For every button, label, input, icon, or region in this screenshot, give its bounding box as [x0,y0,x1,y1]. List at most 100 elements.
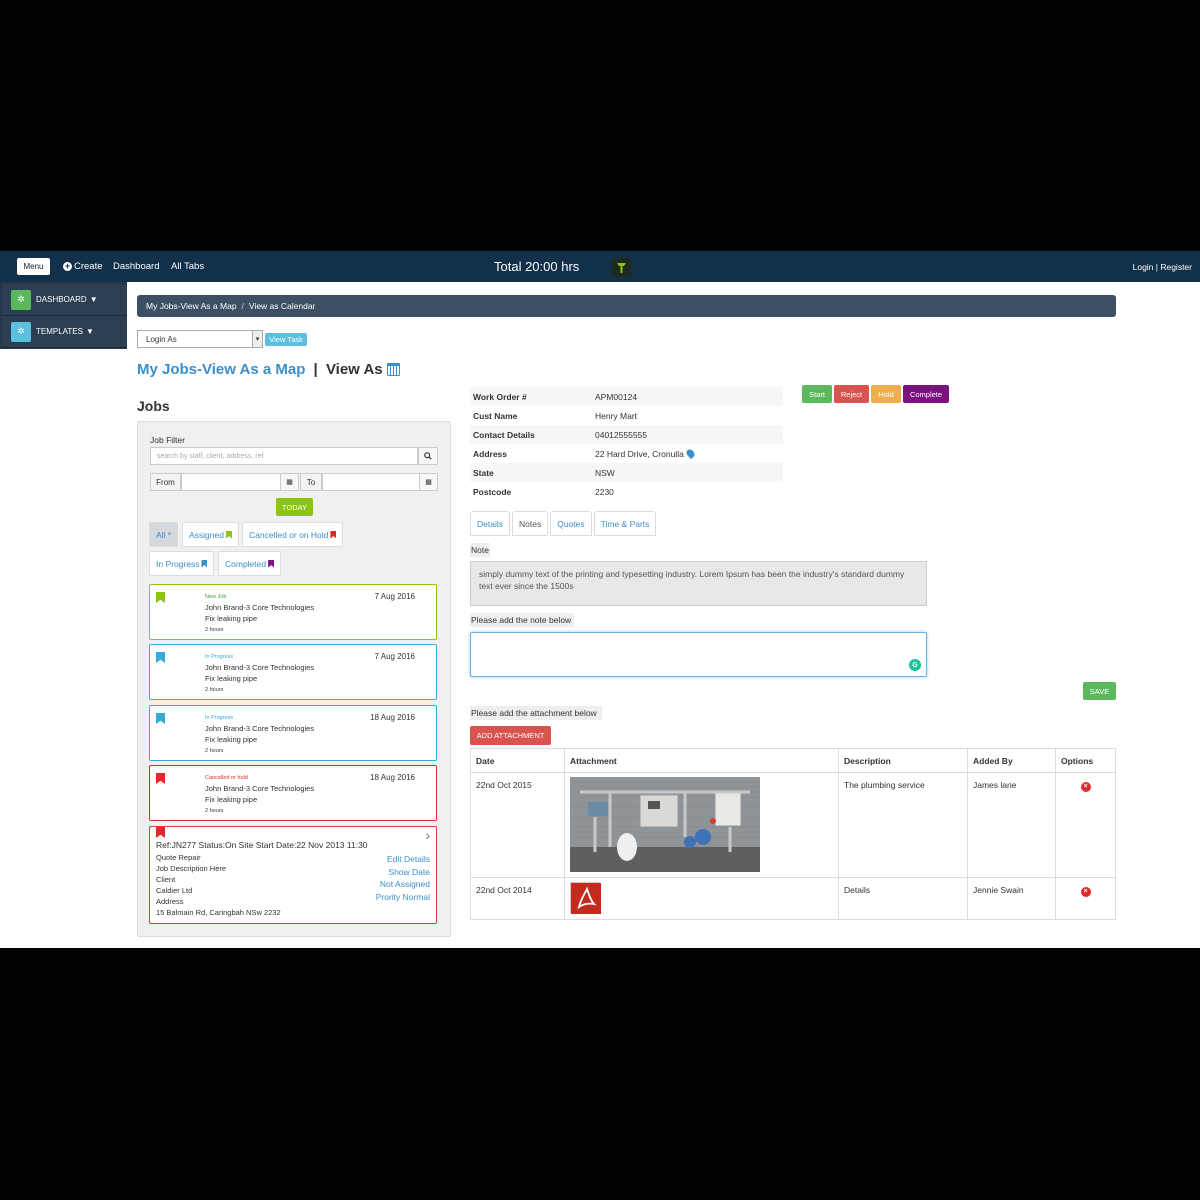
pdf-icon[interactable] [570,882,601,914]
table-row: 22nd Oct 2014 Details Jennie Swain × [470,877,1116,920]
job-description: Job Description Here [156,864,227,873]
filter-pill-in-progress[interactable]: In Progress [149,551,215,576]
plumbing-image[interactable] [570,777,760,872]
complete-button[interactable]: Complete [903,385,949,403]
breadcrumb-item-map[interactable]: My Jobs-View As a Map [146,301,237,311]
reject-button[interactable]: Reject [834,385,869,403]
table-row: 22nd Oct 2015 The plumbing service James… [470,772,1116,878]
column-header-added-by: Added By [967,748,1056,773]
from-calendar-button[interactable]: ▦ [280,473,299,491]
add-attachment-button[interactable]: ADD ATTACHMENT [470,726,551,745]
wo-key: Contact Details [473,429,535,440]
create-label: Create [74,261,103,272]
job-client: John Brand-3 Core Technologies [205,784,315,793]
job-date: 18 Aug 2016 [370,713,415,722]
bookmark-icon [156,592,165,603]
app-window: Menu + Create Dashboard All Tabs Total 2… [0,251,1200,948]
search-input[interactable]: search by staff, client, address, ref [150,447,418,465]
edit-details-link[interactable]: Edit Details [387,854,430,864]
add-note-label: Please add the note below [470,613,574,627]
jobs-heading: Jobs [137,398,170,414]
note-input[interactable]: G [470,632,927,677]
grammarly-icon[interactable]: G [909,659,921,671]
to-calendar-button[interactable]: ▦ [419,473,438,491]
work-order-table: Work Order # APM00124 Cust Name Henry Mart… [470,387,783,501]
save-button[interactable]: SAVE [1083,682,1116,700]
bookmark-icon [156,827,165,838]
calendar-icon: ▦ [425,479,432,486]
to-date-input[interactable] [322,473,420,491]
page-title-link[interactable]: My Jobs-View As a Map [137,361,305,378]
sidebar: ✲ DASHBOARD ▼ ✲ TEMPLATES ▼ [0,282,127,349]
bookmark-icon [268,559,275,568]
login-as-select[interactable]: Login As ▾ [137,330,263,348]
job-filter-label: Job Filter [150,435,185,445]
filter-pill-all[interactable]: All * [149,522,179,547]
wo-row-address: Address 22 Hard Drive, Cronulla [470,444,783,463]
chevron-right-icon[interactable]: › [425,827,430,843]
breadcrumb-item-calendar[interactable]: View as Calendar [249,301,315,311]
job-client: John Brand-3 Core Technologies [205,724,315,733]
tab-details[interactable]: Details [470,511,510,536]
detail-tabs: Details Notes Quotes Time & Parts [470,511,658,536]
gear-icon: ✲ [11,289,31,310]
show-date-link[interactable]: Show Date [388,867,430,877]
job-status: Cancelled or hold [205,775,248,781]
priority-link[interactable]: Prority Normal [376,892,430,902]
menu-button[interactable]: Menu [17,258,50,275]
remove-icon[interactable]: × [1080,782,1091,792]
wo-value: Henry Mart [595,410,638,421]
filter-pill-assigned[interactable]: Assigned [182,522,239,547]
bookmark-icon [330,530,337,539]
top-navbar: Menu + Create Dashboard All Tabs Total 2… [0,251,1200,282]
filter-pill-cancelled[interactable]: Cancelled or on Hold [242,522,344,547]
job-detail-card[interactable]: › Ref:JN277 Status:On Site Start Date:22… [149,826,437,924]
login-register-link[interactable]: Login | Register [1133,262,1192,272]
from-date-input[interactable] [181,473,281,491]
job-card[interactable]: New Job 7 Aug 2016 John Brand-3 Core Techn… [149,584,437,640]
map-pin-icon[interactable] [684,447,696,460]
hold-button[interactable]: Hold [871,385,901,403]
cell-description: Details [838,877,968,920]
create-link[interactable]: + Create [63,261,103,272]
cell-description: The plumbing service [838,772,968,878]
cell-attachment [564,877,839,920]
cell-date: 22nd Oct 2015 [470,772,565,878]
bookmark-icon [156,713,165,724]
add-attachment-label: Please add the attachment below [470,706,602,720]
all-tabs-link[interactable]: All Tabs [171,261,204,272]
wo-value: NSW [595,467,615,478]
job-task: Fix leaking pipe [205,735,258,744]
job-task: Fix leaking pipe [205,614,258,623]
remove-icon[interactable]: × [1080,887,1091,897]
job-hours: 2 hours [205,808,224,814]
tab-quotes[interactable]: Quotes [550,511,592,536]
search-button[interactable] [418,447,438,465]
wo-value: 22 Hard Drive, Cronulla [595,448,684,459]
page-title: My Jobs-View As a Map | View As [137,361,400,378]
view-task-button[interactable]: View Task [265,333,307,346]
wo-row-state: State NSW [470,463,783,482]
job-card[interactable]: Cancelled or hold 18 Aug 2016 John Brand-3… [149,765,437,821]
filter-pill-completed[interactable]: Completed [218,551,282,576]
login-as-value: Login As [146,334,177,344]
from-label: From [150,473,181,491]
job-card[interactable]: In Progress 7 Aug 2016 John Brand-3 Core T… [149,644,437,700]
tab-time-parts[interactable]: Time & Parts [593,511,657,536]
calendar-icon[interactable] [386,363,400,376]
dashboard-link[interactable]: Dashboard [113,261,159,272]
cell-added-by: Jennie Swain [967,877,1056,920]
today-button[interactable]: TODAY [276,498,313,516]
cell-attachment [564,772,839,878]
sidebar-item-dashboard[interactable]: ✲ DASHBOARD ▼ [2,284,127,316]
column-header-options: Options [1055,748,1116,773]
tab-notes[interactable]: Notes [511,511,549,536]
sidebar-item-label: TEMPLATES [36,327,83,336]
sidebar-item-templates[interactable]: ✲ TEMPLATES ▼ [2,316,127,348]
job-card[interactable]: In Progress 18 Aug 2016 John Brand-3 Core … [149,705,437,761]
start-button[interactable]: Start [802,385,832,403]
assigned-link[interactable]: Not Assigned [380,879,430,889]
pill-label: In Progress [156,558,200,569]
chevron-down-icon: ▼ [89,295,98,304]
wo-key: Cust Name [473,410,518,421]
